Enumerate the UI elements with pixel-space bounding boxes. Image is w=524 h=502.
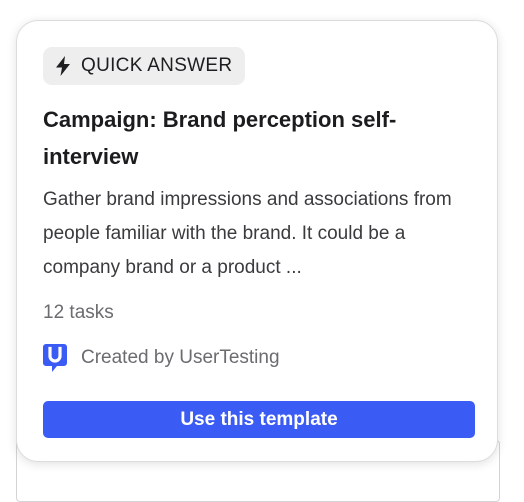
- badge-label: QUICK ANSWER: [81, 55, 233, 76]
- template-card: QUICK ANSWER Campaign: Brand perception …: [16, 20, 498, 462]
- lightning-bolt-icon: [55, 56, 71, 76]
- task-count: 12 tasks: [43, 302, 114, 323]
- quick-answer-badge: QUICK ANSWER: [43, 47, 246, 85]
- use-template-button[interactable]: Use this template: [43, 401, 475, 438]
- creator-row: Created by UserTesting: [43, 344, 280, 372]
- template-description: Gather brand impressions and association…: [43, 189, 452, 278]
- template-title: Campaign: Brand perception self-intervie…: [43, 107, 397, 169]
- creator-text: Created by UserTesting: [81, 347, 280, 368]
- usertesting-logo-icon: [43, 344, 67, 372]
